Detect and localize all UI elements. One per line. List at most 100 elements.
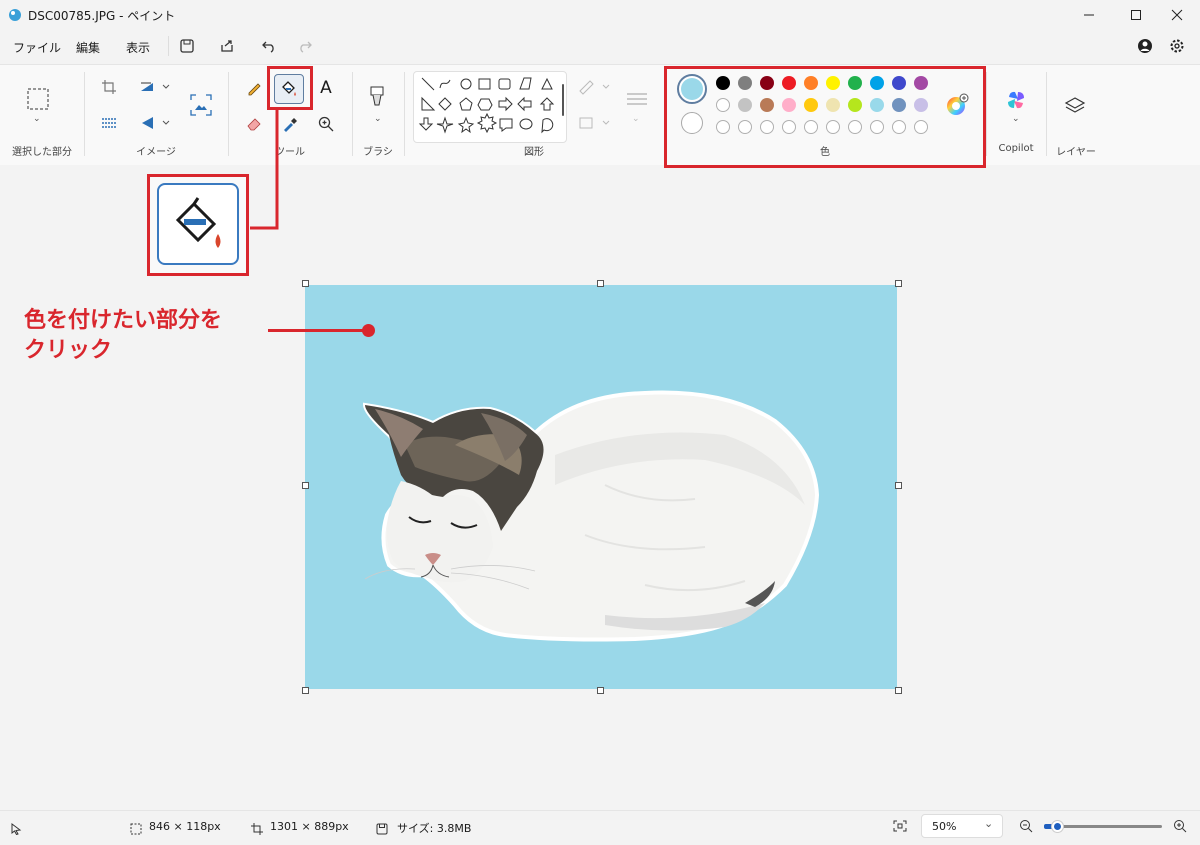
- copilot-dropdown-icon[interactable]: ⌄: [1012, 114, 1020, 124]
- size-dropdown-icon[interactable]: ⌄: [632, 114, 640, 124]
- redo-button[interactable]: [296, 37, 314, 55]
- zoom-out-button[interactable]: [1018, 818, 1034, 834]
- paint-app-icon: [8, 7, 22, 21]
- select-dropdown-icon[interactable]: ⌄: [33, 114, 41, 124]
- menu-edit[interactable]: 編集: [76, 39, 100, 56]
- text-tool[interactable]: A: [316, 78, 336, 98]
- pencil-tool[interactable]: [244, 78, 264, 98]
- fill-tool-zoomed: [157, 183, 239, 265]
- save-button[interactable]: [178, 37, 196, 55]
- close-button[interactable]: [1154, 0, 1200, 30]
- zoom-select[interactable]: 50% ⌄: [921, 814, 1003, 838]
- fill-style-icon: [579, 117, 610, 129]
- copilot-icon: [1008, 91, 1024, 109]
- copilot-button[interactable]: [1004, 88, 1028, 112]
- fit-to-window-button[interactable]: [890, 818, 910, 834]
- undo-icon: [262, 41, 274, 53]
- close-icon: [1171, 9, 1183, 21]
- size-button[interactable]: [624, 88, 650, 110]
- group-label-layers: レイヤー: [1056, 147, 1096, 158]
- outline-button[interactable]: [578, 78, 612, 96]
- minimize-button[interactable]: [1066, 0, 1112, 30]
- cat-image: [362, 390, 820, 642]
- layers-icon: [1064, 97, 1086, 113]
- outline-icon: [579, 80, 610, 95]
- layers-button[interactable]: [1063, 94, 1087, 118]
- menu-divider: [168, 36, 169, 56]
- rectangle-select-icon: [27, 88, 49, 110]
- brush-dropdown-icon[interactable]: ⌄: [374, 114, 382, 124]
- resize-handle[interactable]: [597, 280, 604, 287]
- shapes-gallery: [413, 71, 567, 143]
- pencil-icon: [248, 83, 261, 96]
- fill-style-button[interactable]: [578, 114, 612, 132]
- image-frame-icon: [190, 94, 212, 116]
- resize-button[interactable]: [138, 78, 174, 96]
- selection-size-text: 846 × 118px: [149, 820, 221, 833]
- brush-tool[interactable]: [366, 84, 388, 110]
- window-title: DSC00785.JPG - ペイント: [28, 9, 176, 23]
- resize-handle[interactable]: [895, 280, 902, 287]
- resize-icon: [141, 82, 170, 91]
- chevron-down-icon: ⌄: [984, 817, 994, 830]
- zoom-in-button[interactable]: [1172, 818, 1188, 834]
- zoom-value: 50%: [932, 820, 957, 833]
- crop-button[interactable]: [100, 78, 118, 96]
- gear-icon: [1170, 39, 1184, 53]
- select-tool[interactable]: [24, 84, 52, 114]
- cursor-position-icon: [10, 820, 22, 839]
- minimize-icon: [1084, 14, 1094, 16]
- group-label-copilot: Copilot: [998, 143, 1034, 154]
- annotation-line-1: 色を付けたい部分を: [24, 308, 223, 333]
- image-properties-button[interactable]: [190, 94, 212, 116]
- colors-highlight: [664, 66, 986, 168]
- zoom-out-icon: [1020, 820, 1033, 833]
- group-label-image: イメージ: [136, 147, 176, 158]
- maximize-icon: [1131, 10, 1141, 20]
- maximize-button[interactable]: [1113, 0, 1159, 30]
- grid-icon: [102, 118, 116, 128]
- share-button[interactable]: [218, 37, 236, 55]
- ribbon-divider: [986, 72, 987, 156]
- selection-size-icon: [130, 820, 142, 839]
- resize-handle[interactable]: [302, 482, 309, 489]
- annotation-pointer-dot: [362, 324, 375, 337]
- transparency-button[interactable]: [100, 114, 118, 132]
- resize-handle[interactable]: [302, 687, 309, 694]
- ribbon-divider: [1046, 72, 1047, 156]
- share-icon: [221, 40, 233, 52]
- file-size-icon: [376, 820, 388, 839]
- menu-file[interactable]: ファイル: [13, 39, 61, 56]
- flip-icon: [142, 117, 170, 129]
- fit-screen-icon: [893, 820, 907, 832]
- resize-handle[interactable]: [895, 687, 902, 694]
- shapes-icons: [418, 77, 555, 134]
- paint-bucket-icon: [175, 197, 221, 248]
- save-icon: [180, 39, 194, 53]
- magnifier-tool[interactable]: [316, 114, 336, 134]
- title-bar: DSC00785.JPG - ペイント: [0, 0, 1200, 30]
- settings-button[interactable]: [1168, 37, 1186, 55]
- account-button[interactable]: [1136, 37, 1154, 55]
- annotation-line-2: クリック: [24, 338, 113, 363]
- annotation-text: 色を付けたい部分を クリック: [24, 306, 222, 366]
- resize-handle[interactable]: [895, 482, 902, 489]
- resize-handle[interactable]: [302, 280, 309, 287]
- undo-button[interactable]: [260, 37, 278, 55]
- zoom-slider-thumb[interactable]: [1052, 821, 1063, 832]
- zoom-slider-track[interactable]: [1044, 821, 1162, 832]
- image-size-text: 1301 × 889px: [270, 820, 349, 833]
- menu-view[interactable]: 表示: [126, 39, 150, 56]
- drawing-canvas[interactable]: [302, 280, 902, 694]
- shapes-scrollbar[interactable]: [562, 84, 564, 116]
- rotate-button[interactable]: [138, 114, 174, 132]
- group-label-selection: 選択した部分: [12, 147, 72, 158]
- crop-icon: [102, 80, 116, 94]
- redo-icon: [300, 41, 312, 53]
- brush-icon: [370, 86, 384, 106]
- group-label-brushes: ブラシ: [363, 147, 393, 158]
- resize-handle[interactable]: [597, 687, 604, 694]
- group-label-shapes: 図形: [524, 147, 544, 158]
- annotation-pointer-line: [268, 329, 368, 332]
- line-size-icon: [627, 93, 647, 105]
